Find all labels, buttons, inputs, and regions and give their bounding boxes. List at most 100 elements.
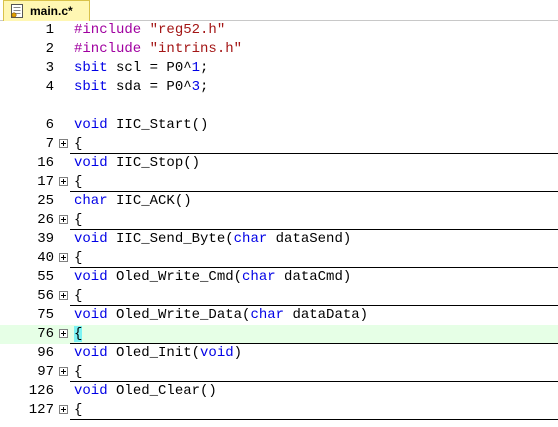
code-token: {	[74, 402, 83, 418]
code-line[interactable]: 3 sbit scl = P0^1;	[0, 59, 558, 78]
line-number: 75	[37, 307, 54, 323]
code-editor[interactable]: 1 #include "reg52.h" 2 #include "intrins.h"…	[0, 21, 558, 427]
code-line[interactable]: 126 void Oled_Clear()	[0, 382, 558, 401]
c-file-icon	[11, 4, 23, 18]
code-token: IIC_Send_Byte(	[107, 231, 234, 247]
line-number: 40	[37, 250, 54, 266]
line-number: 2	[45, 41, 54, 57]
fold-expand-icon[interactable]	[59, 291, 68, 300]
code-token: scl = P0^	[107, 60, 192, 76]
tab-main-c[interactable]: main.c*	[3, 0, 90, 21]
string-token: "reg52.h"	[149, 22, 226, 38]
code-token: Oled_Write_Cmd(	[107, 269, 243, 285]
line-number: 76	[37, 326, 54, 342]
line-number: 4	[45, 79, 54, 95]
code-line[interactable]: 96 void Oled_Init(void)	[0, 344, 558, 363]
keyword-token: sbit	[74, 60, 108, 76]
code-token: dataData)	[284, 307, 369, 323]
fold-divider	[70, 419, 558, 420]
line-number: 39	[37, 231, 54, 247]
line-number: 17	[37, 174, 54, 190]
preprocessor-token: #include	[74, 41, 150, 57]
code-text: #include "reg52.h"	[74, 21, 225, 40]
code-text: void Oled_Init(void)	[74, 344, 242, 363]
code-line[interactable]: 55 void Oled_Write_Cmd(char dataCmd)	[0, 268, 558, 287]
code-token: {	[74, 250, 83, 266]
code-line[interactable]: 75 void Oled_Write_Data(char dataData)	[0, 306, 558, 325]
preprocessor-token: #include	[74, 22, 150, 38]
code-line[interactable]: 56 {	[0, 287, 558, 306]
line-number: 1	[45, 22, 54, 38]
keyword-token: void	[74, 269, 108, 285]
keyword-token: char	[74, 193, 108, 209]
code-line[interactable]	[0, 97, 558, 116]
code-token: Oled_Init(	[107, 345, 201, 361]
code-text: {	[74, 211, 82, 230]
line-number: 96	[37, 345, 54, 361]
tab-label: main.c*	[30, 4, 73, 18]
code-text: void IIC_Start()	[74, 116, 208, 135]
code-text: {	[74, 287, 82, 306]
keyword-token: char	[242, 269, 276, 285]
fold-expand-icon[interactable]	[59, 215, 68, 224]
code-line[interactable]: 6 void IIC_Start()	[0, 116, 558, 135]
code-text: {	[74, 325, 83, 344]
code-text: char IIC_ACK()	[74, 192, 192, 211]
code-token: IIC_Start()	[107, 117, 209, 133]
code-line[interactable]: 16 void IIC_Stop()	[0, 154, 558, 173]
code-text: void IIC_Stop()	[74, 154, 200, 173]
code-text: void Oled_Clear()	[74, 382, 217, 401]
code-line[interactable]: 40 {	[0, 249, 558, 268]
matched-brace: {	[74, 326, 83, 342]
keyword-token: sbit	[74, 79, 108, 95]
code-token: IIC_ACK()	[107, 193, 192, 209]
code-line[interactable]: 97 {	[0, 363, 558, 382]
fold-expand-icon[interactable]	[59, 405, 68, 414]
code-token: ;	[200, 79, 209, 95]
line-number: 3	[45, 60, 54, 76]
line-number: 7	[45, 136, 54, 152]
code-token: {	[74, 364, 83, 380]
fold-expand-icon[interactable]	[59, 253, 68, 262]
code-token: {	[74, 288, 83, 304]
keyword-token: void	[74, 231, 108, 247]
code-line[interactable]: 25 char IIC_ACK()	[0, 192, 558, 211]
keyword-token: void	[74, 307, 108, 323]
code-text: sbit scl = P0^1;	[74, 59, 208, 78]
code-text: {	[74, 249, 82, 268]
number-token: 1	[191, 60, 201, 76]
editor-tab-bar: main.c*	[0, 0, 558, 21]
line-number: 16	[37, 155, 54, 171]
keyword-token: void	[74, 155, 108, 171]
code-line[interactable]: 4 sbit sda = P0^3;	[0, 78, 558, 97]
code-token: dataCmd)	[275, 269, 352, 285]
fold-expand-icon[interactable]	[59, 329, 68, 338]
number-token: 3	[191, 79, 201, 95]
code-text: {	[74, 363, 82, 382]
line-number: 6	[45, 117, 54, 133]
keyword-token: void	[200, 345, 234, 361]
fold-expand-icon[interactable]	[59, 367, 68, 376]
line-number: 126	[28, 383, 54, 399]
code-line[interactable]: 1 #include "reg52.h"	[0, 21, 558, 40]
code-text: {	[74, 173, 82, 192]
fold-expand-icon[interactable]	[59, 177, 68, 186]
line-number: 26	[37, 212, 54, 228]
fold-expand-icon[interactable]	[59, 139, 68, 148]
string-token: "intrins.h"	[149, 41, 243, 57]
code-line[interactable]: 17 {	[0, 173, 558, 192]
code-line[interactable]: 39 void IIC_Send_Byte(char dataSend)	[0, 230, 558, 249]
keyword-token: char	[250, 307, 285, 323]
code-line[interactable]: 26 {	[0, 211, 558, 230]
code-token: Oled_Clear()	[107, 383, 217, 399]
code-line[interactable]: 127 {	[0, 401, 558, 420]
code-token: {	[74, 212, 83, 228]
code-line[interactable]: 7{	[0, 135, 558, 154]
line-number: 25	[37, 193, 54, 209]
current-code-line[interactable]: 76 {	[0, 325, 558, 344]
code-text: sbit sda = P0^3;	[74, 78, 208, 97]
code-text: {	[74, 135, 82, 154]
code-token: IIC_Stop()	[107, 155, 201, 171]
code-line[interactable]: 2 #include "intrins.h"	[0, 40, 558, 59]
keyword-token: char	[233, 231, 268, 247]
